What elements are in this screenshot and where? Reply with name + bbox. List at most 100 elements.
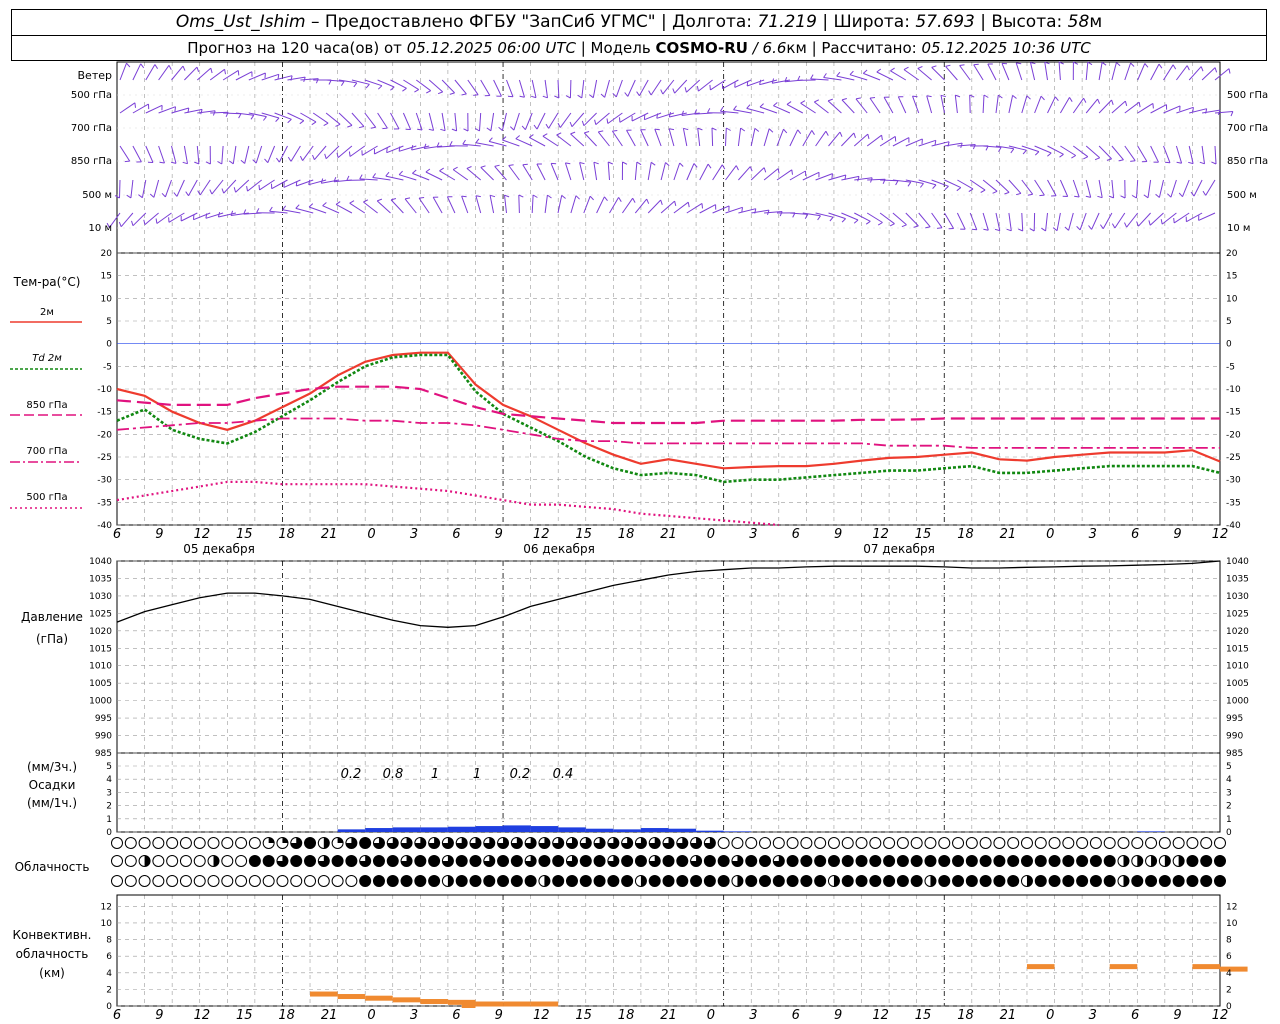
- wind-barb: [559, 112, 572, 128]
- wind-barb-flag: [829, 216, 834, 222]
- wind-barb-flag: [508, 164, 514, 166]
- cloud-symbol-high-fill: [911, 875, 923, 887]
- date-label: 06 декабря: [523, 542, 595, 556]
- wind-barb-flag: [299, 120, 305, 125]
- cloud-symbol-mid-fill: [387, 855, 399, 867]
- cloud-symbol-high-fill: [1026, 875, 1033, 887]
- wind-barb-flag: [1017, 228, 1023, 232]
- precip-bar: [503, 825, 531, 832]
- wind-barb-flag: [439, 167, 444, 172]
- cloud-symbol-low-fill: [323, 837, 330, 849]
- wind-barb: [969, 212, 978, 230]
- cloud-symbol-low-fill: [359, 837, 371, 849]
- cloud-symbol-low: [979, 837, 992, 849]
- precip-total-label: 0.2: [341, 767, 362, 782]
- wind-barb-flag: [275, 117, 280, 122]
- cloud-symbol-mid-fill: [594, 855, 606, 867]
- cloud-symbol-mid-fill: [1062, 855, 1074, 867]
- cloud-symbol-high: [124, 875, 137, 887]
- wind-barb-flag: [412, 169, 417, 174]
- wind-barb-flag: [575, 195, 580, 200]
- wind-barb-flag: [386, 147, 388, 153]
- cloud-symbol-mid-fill: [814, 855, 826, 867]
- wind-barb: [956, 212, 966, 230]
- precip-tick-label: 2: [106, 802, 112, 812]
- temp-tick-label-right: -5: [1226, 362, 1235, 372]
- wind-barb-flag: [768, 128, 774, 133]
- wind-barb: [1111, 62, 1117, 81]
- cloud-symbol-high: [207, 875, 220, 887]
- wind-barb-flag: [931, 65, 937, 68]
- wind-barb-flag: [697, 127, 703, 131]
- cloud-symbol-mid-fill: [1214, 855, 1226, 867]
- wind-barb-flag: [841, 98, 847, 101]
- wind-barb-flag: [462, 139, 466, 145]
- wind-barb: [351, 112, 365, 127]
- wind-barb: [866, 134, 882, 147]
- pressure-tick-label-right: 1010: [1226, 662, 1249, 672]
- wind-barb: [926, 95, 933, 114]
- wind-barb: [686, 163, 695, 181]
- cloud-symbol-mid-fill: [290, 855, 302, 867]
- precip-tick-label: 4: [106, 775, 112, 785]
- precip-tick-label-right: 4: [1226, 775, 1232, 785]
- precip-bar: [475, 826, 504, 832]
- convective-label-1: Конвективн.: [13, 928, 92, 942]
- wind-barb-flag: [1116, 62, 1121, 67]
- cloud-symbol-high-fill: [649, 875, 661, 887]
- cloud-symbol-low: [1117, 837, 1130, 849]
- temp-tick-label: 0: [106, 340, 112, 350]
- wind-barb-flag: [1041, 227, 1046, 232]
- precip-tick-label: 3: [106, 788, 112, 798]
- wind-level-label-right: 500 м: [1227, 190, 1257, 201]
- wind-barb: [164, 179, 172, 198]
- temp-tick-label: -30: [97, 476, 112, 486]
- cloud-symbol-mid-fill: [993, 855, 1005, 867]
- wind-barb: [815, 130, 827, 147]
- convective-label-2: облачность: [16, 947, 89, 961]
- wind-barb: [412, 172, 430, 181]
- wind-barb: [418, 197, 430, 214]
- wind-barb: [199, 179, 211, 196]
- wind-barb: [912, 95, 920, 114]
- cloud-symbol-low: [111, 837, 123, 849]
- wind-barb-flag: [827, 98, 833, 102]
- wind-barb-flag: [233, 187, 237, 193]
- wind-barb-flag: [998, 147, 1002, 152]
- wind-barb: [815, 173, 833, 181]
- wind-barb: [1150, 63, 1160, 81]
- cloud-symbol-high-fill: [373, 875, 385, 887]
- wind-barb-flag: [681, 110, 684, 116]
- time-tick-label-bottom: 21: [1000, 1008, 1017, 1023]
- wind-barb-flag: [741, 207, 743, 213]
- cloud-symbol-mid-fill: [1035, 855, 1047, 867]
- cloud-symbol-low: [1145, 837, 1158, 849]
- convective-base-bar: [365, 995, 393, 1001]
- wind-barb-flag: [1074, 195, 1080, 198]
- wind-barb-flag: [205, 213, 208, 219]
- wind-barb-flag: [672, 88, 676, 94]
- wind-barb: [940, 95, 945, 114]
- wind-barb-flag: [1027, 193, 1033, 196]
- wind-barb-flag: [1088, 225, 1092, 230]
- wind-level-label: 850 гПа: [71, 156, 112, 167]
- convective-top-bar: [1109, 964, 1138, 970]
- cloud-symbol-low: [896, 837, 909, 849]
- wind-barb: [596, 196, 605, 214]
- wind-barb-flag: [311, 121, 317, 126]
- convective-tick-label-right: 6: [1226, 952, 1232, 962]
- wind-barb: [544, 195, 548, 214]
- wind-barb: [682, 128, 688, 147]
- wind-level-label: 500 м: [82, 190, 112, 201]
- wind-barb-flag: [1192, 107, 1194, 113]
- wind-barb-flag: [209, 189, 213, 195]
- precip-bar: [723, 831, 752, 832]
- wind-barb-flag: [475, 138, 480, 144]
- cloud-symbol-high-fill: [401, 875, 413, 887]
- wind-barb: [1034, 179, 1045, 196]
- wind-barb-flag: [800, 100, 806, 104]
- wind-barb-flag: [149, 193, 155, 198]
- wind-barb: [454, 79, 467, 95]
- wind-barb-flag: [679, 162, 684, 167]
- precip-bar: [558, 827, 586, 832]
